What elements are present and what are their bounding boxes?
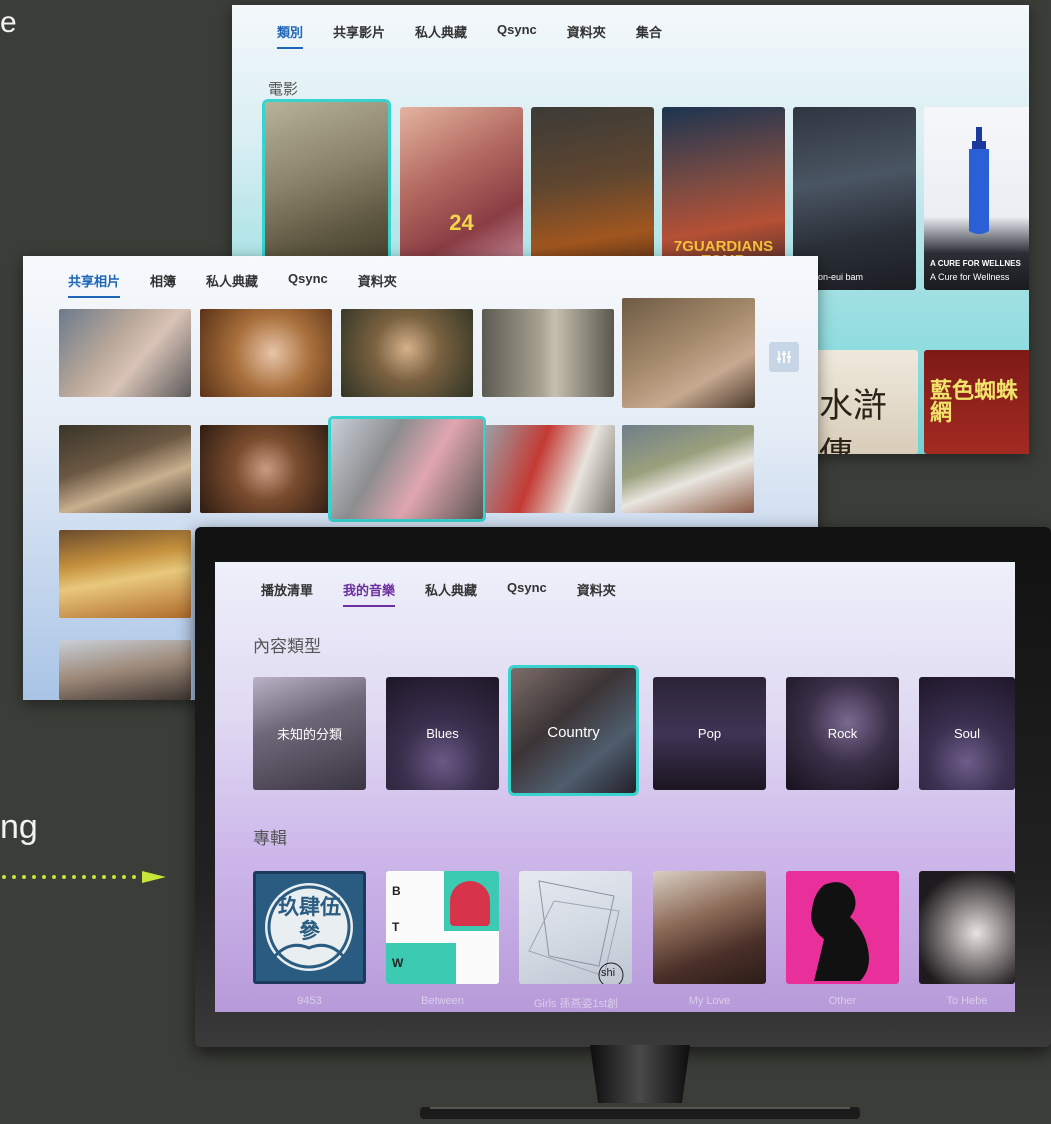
genre-tile-rock[interactable]: Rock xyxy=(786,677,899,790)
genre-section-title: 內容類型 xyxy=(253,637,321,656)
photo-tab-bar: 共享相片 相簿 私人典藏 Qsync 資料夾 xyxy=(68,271,427,298)
bottle-icon xyxy=(969,127,989,234)
tab-playlists[interactable]: 播放清單 xyxy=(261,580,313,607)
photo-thumbnail[interactable] xyxy=(622,425,754,513)
tab-private-collection[interactable]: 私人典藏 xyxy=(415,22,467,49)
album-title: Girls 孫燕姿1st創 xyxy=(533,998,619,1010)
tab-folders[interactable]: 資料夾 xyxy=(358,271,397,298)
tab-private-collection[interactable]: 私人典藏 xyxy=(206,271,258,298)
genre-label: Pop xyxy=(697,726,722,741)
tab-folders[interactable]: 資料夾 xyxy=(577,580,616,607)
album-title: My Love xyxy=(688,995,731,1007)
background-text-fragment-mid: ng xyxy=(0,808,38,846)
album-title: Between xyxy=(421,995,464,1007)
album-cover[interactable] xyxy=(653,871,766,984)
album-section-title: 專輯 xyxy=(253,829,287,848)
music-station-screen: 播放清單 我的音樂 私人典藏 Qsync 資料夾 內容類型 未知的分類 Blue… xyxy=(215,562,1015,1012)
photo-thumbnail[interactable] xyxy=(59,530,191,618)
tv-series-poster[interactable]: 水滸傳 xyxy=(815,350,918,454)
genre-tile-soul[interactable]: Soul xyxy=(919,677,1015,790)
tab-qsync[interactable]: Qsync xyxy=(497,22,537,49)
genre-label: Soul xyxy=(953,726,981,741)
photo-thumbnail[interactable] xyxy=(59,425,191,513)
poster-caption: eon-eui bam xyxy=(813,272,864,282)
poster-overlay-text: 24 xyxy=(449,210,474,235)
filter-button[interactable] xyxy=(769,342,799,372)
album-cover[interactable] xyxy=(786,871,899,984)
genre-tile-blues[interactable]: Blues xyxy=(386,677,499,790)
tab-folders[interactable]: 資料夾 xyxy=(567,22,606,49)
poster-overlay-text: A CURE FOR WELLNES xyxy=(930,259,1021,268)
album-cover[interactable]: 玖肆伍參 xyxy=(253,871,366,984)
dotted-arrow-icon xyxy=(2,871,166,883)
photo-thumbnail[interactable] xyxy=(200,425,332,513)
tab-shared-photos[interactable]: 共享相片 xyxy=(68,271,121,298)
movies-section-title: 電影 xyxy=(268,81,299,98)
tab-albums[interactable]: 相簿 xyxy=(150,271,176,298)
photo-thumbnail[interactable] xyxy=(341,309,473,397)
genre-label: Rock xyxy=(827,726,858,741)
photo-thumbnail[interactable] xyxy=(485,425,615,513)
tab-category[interactable]: 類別 xyxy=(277,22,304,49)
movie-poster[interactable]: A CURE FOR WELLNES A Cure for Wellness xyxy=(924,107,1029,290)
photo-thumbnail[interactable] xyxy=(200,309,332,397)
tv-series-poster[interactable]: 藍色蜘蛛網 xyxy=(924,350,1029,454)
album-cover[interactable]: shi xyxy=(519,871,632,984)
genre-tile-pop[interactable]: Pop xyxy=(653,677,766,790)
tab-private-collection[interactable]: 私人典藏 xyxy=(425,580,477,607)
genre-label: Country xyxy=(547,724,600,741)
poster-overlay-text: 水滸傳 xyxy=(819,386,887,454)
photo-thumbnail[interactable] xyxy=(59,640,191,700)
album-title: 9453 xyxy=(297,995,322,1007)
genre-tile-unknown[interactable]: 未知的分類 xyxy=(253,677,366,790)
album-title: Other xyxy=(828,995,857,1007)
album-cover[interactable] xyxy=(919,871,1015,984)
album-cover-text: B T W E E N xyxy=(392,884,434,970)
genre-tile-country[interactable]: Country xyxy=(508,665,639,796)
album-cover-text: shi xyxy=(601,967,616,979)
photo-thumbnail-selected[interactable] xyxy=(328,416,486,522)
genre-label: 未知的分類 xyxy=(276,727,342,742)
tab-collections[interactable]: 集合 xyxy=(636,22,662,49)
sliders-icon xyxy=(777,351,791,363)
silhouette-figure-icon xyxy=(811,882,869,981)
background-text-fragment-top: e xyxy=(0,6,17,39)
tab-qsync[interactable]: Qsync xyxy=(507,580,547,607)
poster-overlay-text: 藍色蜘蛛網 xyxy=(930,378,1019,425)
photo-thumbnail[interactable] xyxy=(622,298,755,408)
album-title: To Hebe xyxy=(946,995,988,1007)
tab-shared-videos[interactable]: 共享影片 xyxy=(333,22,385,49)
poster-caption: A Cure for Wellness xyxy=(930,272,1010,282)
video-tab-bar: 類別 共享影片 私人典藏 Qsync 資料夾 集合 xyxy=(277,22,692,49)
photo-thumbnail[interactable] xyxy=(59,309,191,397)
album-cover-text: 玖肆伍參 xyxy=(278,896,341,943)
music-tab-bar: 播放清單 我的音樂 私人典藏 Qsync 資料夾 xyxy=(261,580,646,607)
album-cover[interactable]: B T W E E N xyxy=(386,871,499,984)
tab-my-music[interactable]: 我的音樂 xyxy=(343,580,396,607)
genre-label: Blues xyxy=(426,726,459,741)
tv-stand xyxy=(420,1045,860,1119)
tab-qsync[interactable]: Qsync xyxy=(288,271,328,298)
photo-thumbnail[interactable] xyxy=(482,309,614,397)
